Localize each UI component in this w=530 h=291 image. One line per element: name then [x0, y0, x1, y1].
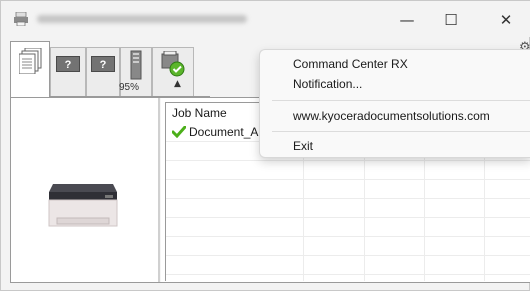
printer-app-icon: [14, 12, 28, 26]
tab-documents[interactable]: [10, 41, 50, 97]
toner-level-label: 95%: [119, 82, 140, 93]
menu-item-notification[interactable]: Notification...: [293, 77, 362, 91]
printer-image-pane: [11, 98, 156, 282]
job-name: Document_AB: [189, 125, 267, 139]
document-stack-icon: [19, 48, 42, 74]
table-row: [166, 180, 530, 199]
menu-item-exit[interactable]: Exit: [293, 139, 313, 153]
job-row-document[interactable]: Document_AB: [172, 125, 266, 139]
column-header-job-name[interactable]: Job Name: [172, 106, 227, 120]
table-row: [166, 161, 530, 180]
tab-printer-status-1[interactable]: ?: [50, 47, 86, 97]
maximize-button[interactable]: ☐: [431, 7, 471, 33]
window-title-blurred: [37, 15, 247, 23]
menu-item-website-link[interactable]: www.kyoceradocumentsolutions.com: [293, 109, 490, 123]
check-icon: [172, 126, 186, 138]
menu-separator: [272, 131, 530, 132]
tab-scan[interactable]: [152, 47, 194, 97]
minimize-button[interactable]: —: [387, 7, 427, 33]
title-bar[interactable]: — ☐ ✕: [1, 1, 530, 37]
collapse-toggle-icon[interactable]: ▲: [174, 79, 181, 89]
menu-separator: [272, 100, 530, 101]
table-row: [166, 199, 530, 218]
unknown-printer-icon: ?: [91, 56, 115, 72]
table-row: [166, 218, 530, 237]
unknown-printer-icon: ?: [56, 56, 80, 72]
table-row: [166, 237, 530, 256]
pane-divider[interactable]: [158, 98, 161, 282]
status-monitor-window: — ☐ ✕ ? ? 95% ▲ ⚙ Job Name Document_AB C…: [0, 0, 530, 291]
toner-cartridge-icon: [130, 50, 142, 80]
printer-image: [48, 184, 118, 227]
scan-status-icon: [161, 51, 185, 77]
close-button[interactable]: ✕: [486, 7, 526, 33]
context-menu: Command Center RX Notification... www.ky…: [259, 49, 530, 158]
menu-item-command-center[interactable]: Command Center RX: [293, 57, 408, 71]
tab-printer-status-2[interactable]: ?: [86, 47, 120, 97]
table-row: [166, 256, 530, 275]
